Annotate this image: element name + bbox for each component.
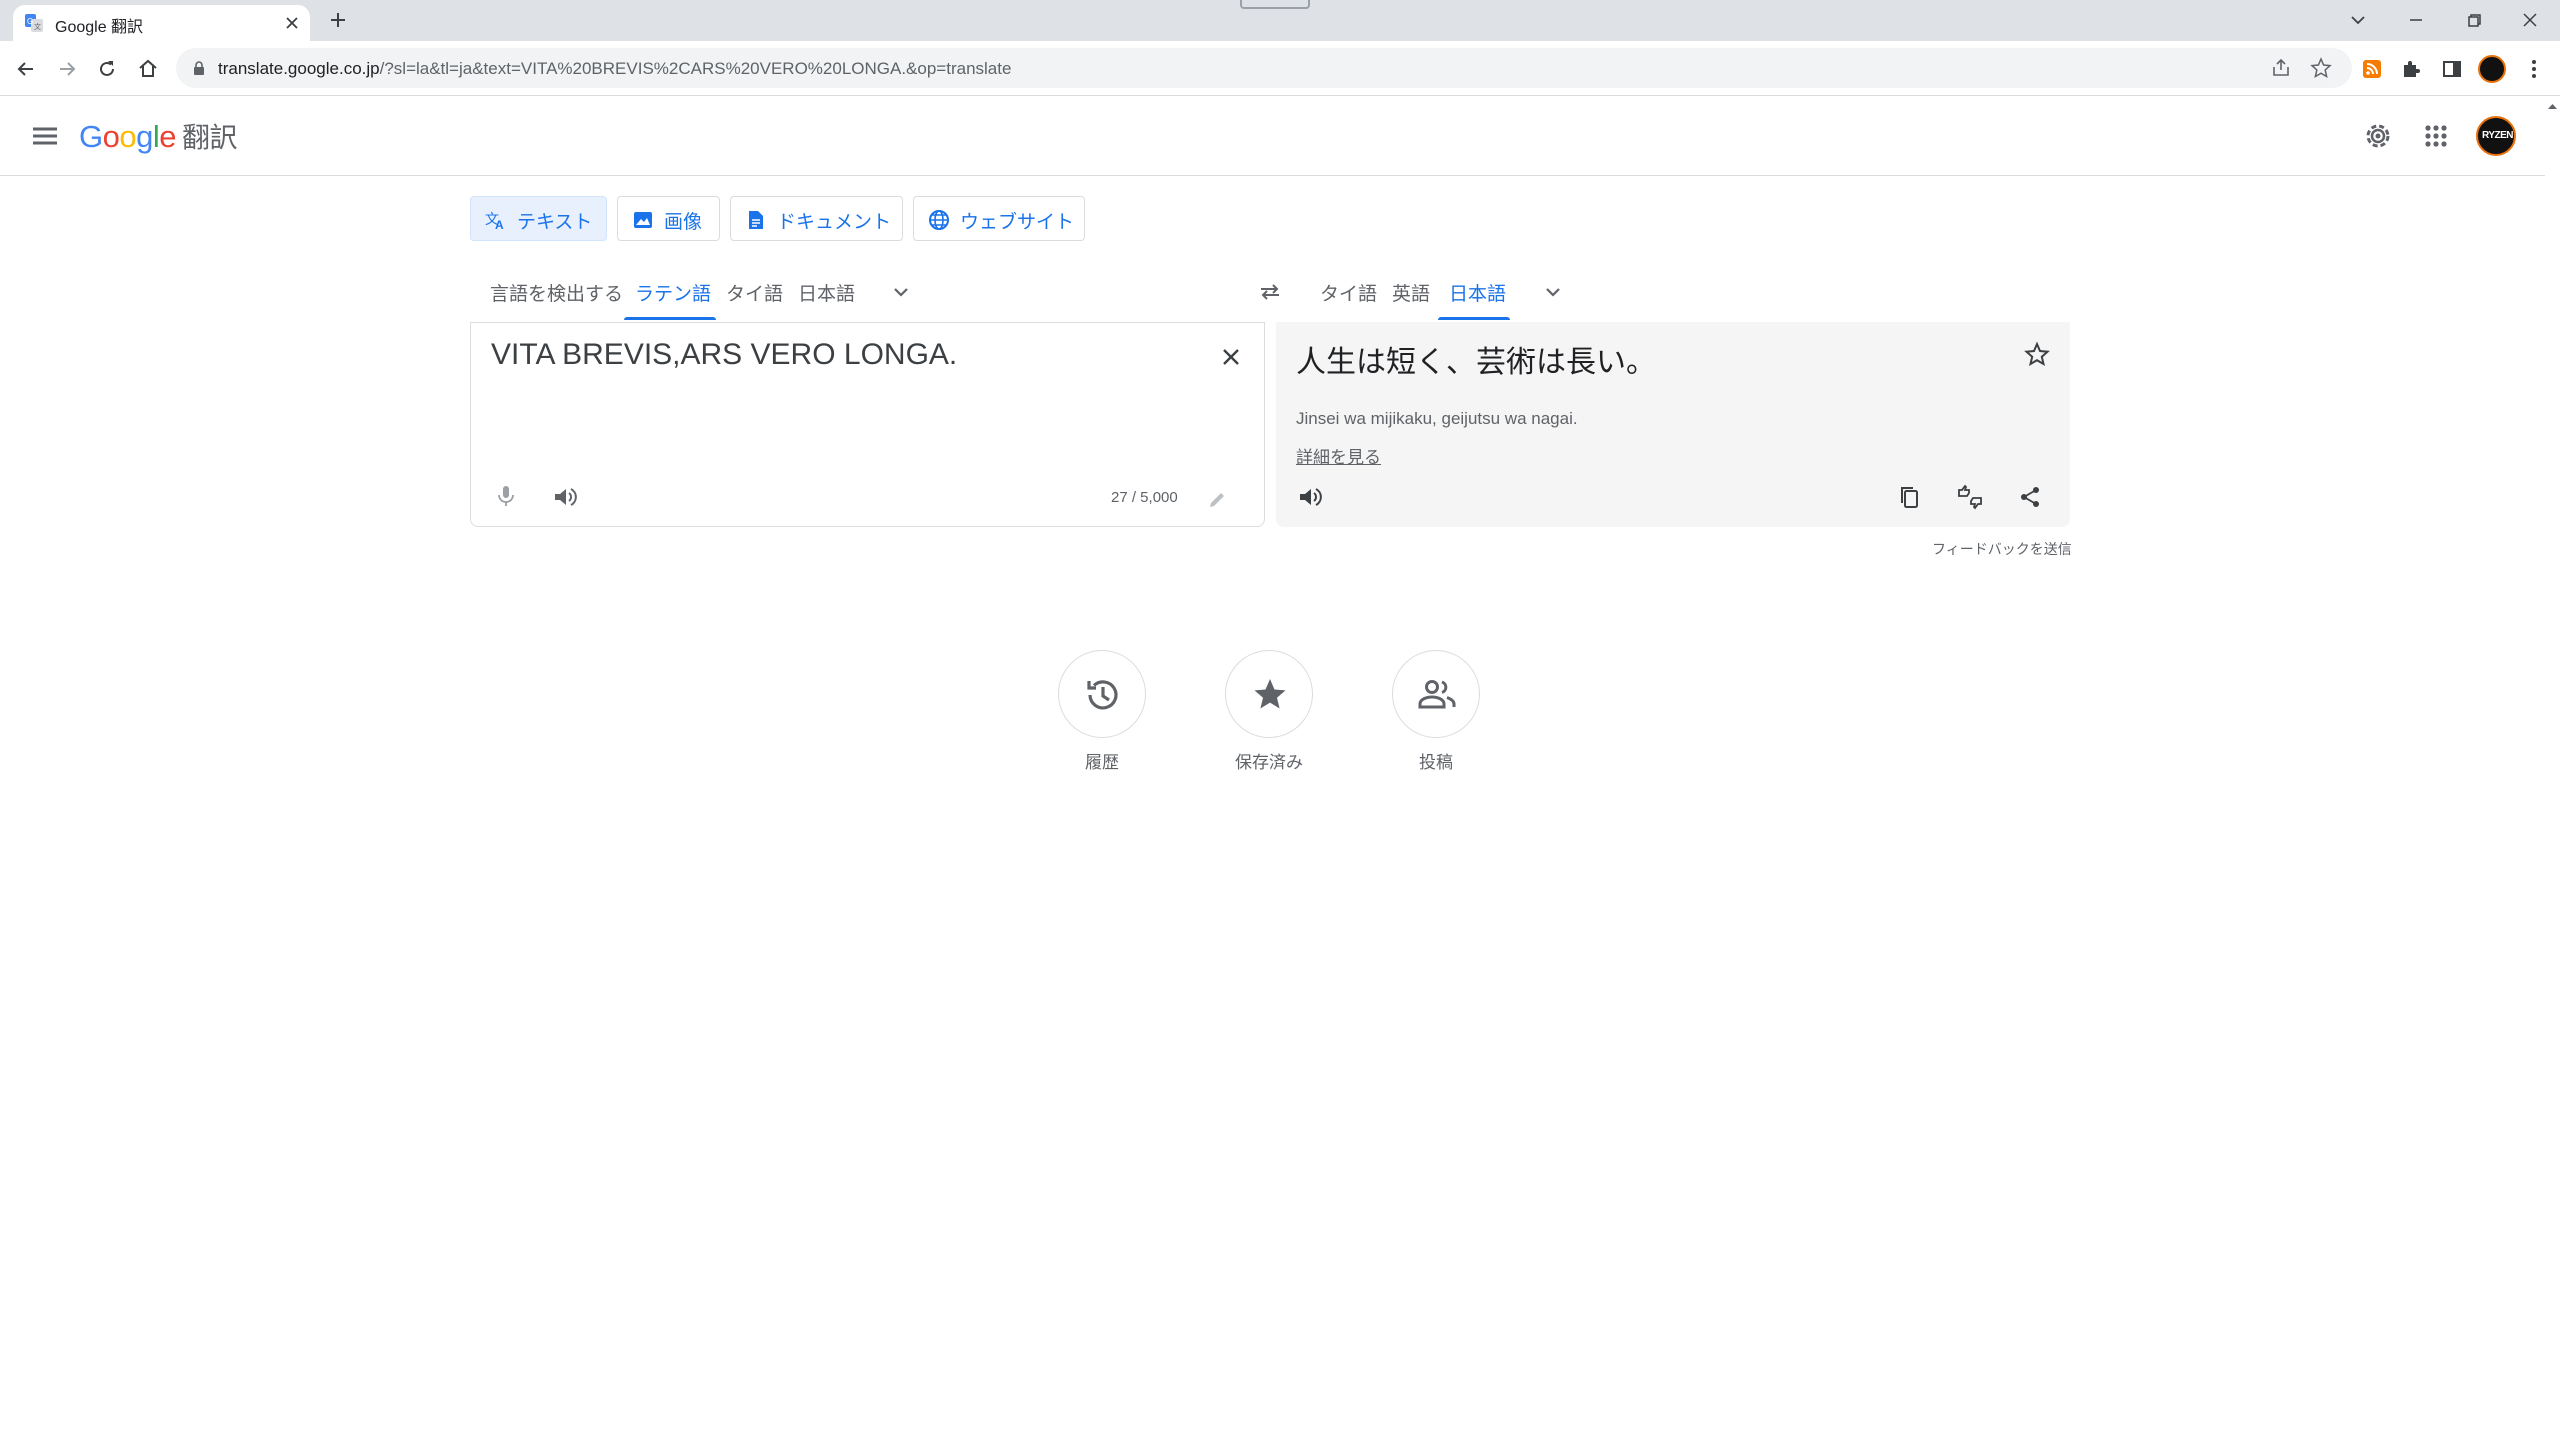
translation-panel: 人生は短く、芸術は長い。 Jinsei wa mijikaku, geijuts…	[1276, 322, 2070, 527]
browser-tab-strip: G文 Google 翻訳	[0, 0, 2560, 41]
translate-icon: 文A	[485, 209, 507, 231]
send-feedback-link[interactable]: フィードバックを送信	[1932, 539, 2072, 559]
restore-icon[interactable]	[2462, 8, 2486, 32]
close-window-icon[interactable]	[2518, 8, 2542, 32]
logo-letter: G	[79, 119, 103, 154]
image-icon	[632, 209, 654, 231]
settings-gear-icon[interactable]	[2362, 120, 2394, 152]
source-lang-latin[interactable]: ラテン語	[635, 279, 711, 306]
mode-text-button[interactable]: 文A テキスト	[470, 196, 607, 241]
history-label: 履歴	[1085, 753, 1119, 772]
target-lang-japanese[interactable]: 日本語	[1449, 279, 1506, 306]
contribute-label: 投稿	[1419, 753, 1453, 772]
mode-label: 画像	[664, 212, 703, 233]
history-clock-icon	[1087, 680, 1118, 710]
bookmark-star-icon[interactable]	[2310, 57, 2332, 79]
swap-languages-icon[interactable]	[1256, 278, 1284, 306]
lock-icon[interactable]	[190, 59, 208, 77]
url-text: translate.google.co.jp/?sl=la&tl=ja&text…	[218, 59, 1011, 79]
mode-label: テキスト	[517, 212, 593, 233]
saved-label: 保存済み	[1235, 753, 1303, 772]
browser-tab[interactable]: G文 Google 翻訳	[13, 5, 310, 41]
microphone-icon[interactable]	[493, 483, 519, 509]
copy-translation-icon[interactable]	[1896, 483, 1924, 511]
saved-star-icon	[1254, 679, 1286, 709]
share-translation-icon[interactable]	[2016, 483, 2044, 511]
url-host: translate.google.co.jp	[218, 59, 380, 78]
logo-letter: o	[119, 119, 137, 154]
target-lang-thai[interactable]: タイ語	[1320, 279, 1377, 306]
logo-letter: g	[136, 119, 153, 154]
target-lang-english[interactable]: 英語	[1392, 279, 1430, 306]
target-lang-more-chevron-icon[interactable]	[1540, 279, 1566, 305]
back-arrow-icon[interactable]	[14, 57, 38, 81]
save-translation-star-icon[interactable]	[2022, 340, 2052, 370]
source-text-input[interactable]: VITA BREVIS,ARS VERO LONGA.	[491, 338, 957, 372]
contribute-button[interactable]	[1392, 650, 1480, 738]
source-lang-detect[interactable]: 言語を検出する	[490, 279, 623, 306]
side-panel-icon[interactable]	[2440, 57, 2464, 81]
history-button[interactable]	[1058, 650, 1146, 738]
mode-website-button[interactable]: ウェブサイト	[913, 196, 1085, 241]
minimize-icon[interactable]	[2404, 8, 2428, 32]
rate-translation-thumbs-icon[interactable]	[1956, 483, 1984, 511]
address-bar[interactable]: translate.google.co.jp/?sl=la&tl=ja&text…	[176, 48, 2352, 88]
source-speaker-icon[interactable]	[551, 483, 579, 511]
romanization-text: Jinsei wa mijikaku, geijutsu wa nagai.	[1296, 409, 1578, 428]
share-page-icon[interactable]	[2270, 57, 2292, 79]
url-path: /?sl=la&tl=ja&text=VITA%20BREVIS%2CARS%2…	[379, 59, 1012, 78]
target-lang-active-indicator	[1438, 317, 1510, 320]
logo-letter: o	[102, 119, 120, 154]
clear-source-close-icon[interactable]	[1217, 343, 1245, 371]
tab-search-chevron-icon[interactable]	[2346, 8, 2370, 32]
svg-text:G: G	[27, 17, 33, 26]
see-details-link[interactable]: 詳細を見る	[1296, 443, 1381, 468]
document-icon	[745, 209, 767, 231]
tab-close-icon[interactable]	[282, 13, 302, 33]
new-tab-plus-icon[interactable]	[326, 8, 350, 32]
svg-text:文: 文	[34, 22, 41, 31]
google-translate-logo[interactable]: Google 翻訳	[79, 116, 238, 156]
product-name: 翻訳	[182, 122, 238, 153]
globe-icon	[928, 209, 950, 231]
contribute-people-icon	[1418, 680, 1456, 709]
mode-document-button[interactable]: ドキュメント	[730, 196, 903, 241]
translate-favicon-icon: G文	[25, 14, 43, 32]
account-avatar[interactable]: RYZEN	[2476, 116, 2516, 156]
translation-text: 人生は短く、芸術は長い。	[1296, 346, 1656, 379]
source-lang-thai[interactable]: タイ語	[726, 279, 783, 306]
extensions-puzzle-icon[interactable]	[2399, 57, 2423, 81]
scroll-up-arrow-icon[interactable]	[2545, 96, 2560, 116]
window-drag-handle[interactable]	[1240, 0, 1310, 9]
google-apps-grid-icon[interactable]	[2420, 120, 2452, 152]
chrome-menu-icon[interactable]	[2522, 57, 2546, 81]
source-lang-active-indicator	[624, 317, 716, 320]
character-count: 27 / 5,000	[1111, 489, 1178, 506]
mode-label: ウェブサイト	[960, 212, 1075, 233]
profile-avatar-icon[interactable]	[2478, 55, 2506, 83]
translate-header: Google 翻訳 RYZEN	[0, 96, 2545, 176]
logo-letter: e	[159, 119, 177, 154]
source-lang-more-chevron-icon[interactable]	[888, 279, 914, 305]
tab-title: Google 翻訳	[55, 19, 144, 36]
handwriting-pencil-icon[interactable]	[1206, 489, 1228, 511]
page-scrollbar[interactable]	[2545, 96, 2560, 1440]
main-menu-icon[interactable]	[28, 122, 62, 150]
source-text-panel: VITA BREVIS,ARS VERO LONGA. 27 / 5,000	[470, 322, 1265, 527]
mode-image-button[interactable]: 画像	[617, 196, 720, 241]
reload-icon[interactable]	[95, 57, 119, 81]
browser-toolbar: translate.google.co.jp/?sl=la&tl=ja&text…	[0, 41, 2560, 96]
avatar-text: RYZEN	[2482, 130, 2514, 141]
source-lang-japanese[interactable]: 日本語	[798, 279, 855, 306]
saved-button[interactable]	[1225, 650, 1313, 738]
translation-speaker-icon[interactable]	[1296, 483, 1324, 511]
mode-label: ドキュメント	[777, 212, 892, 233]
svg-text:A: A	[495, 218, 504, 231]
forward-arrow-icon[interactable]	[55, 57, 79, 81]
home-icon[interactable]	[136, 57, 160, 81]
rss-extension-icon[interactable]	[2360, 57, 2384, 81]
